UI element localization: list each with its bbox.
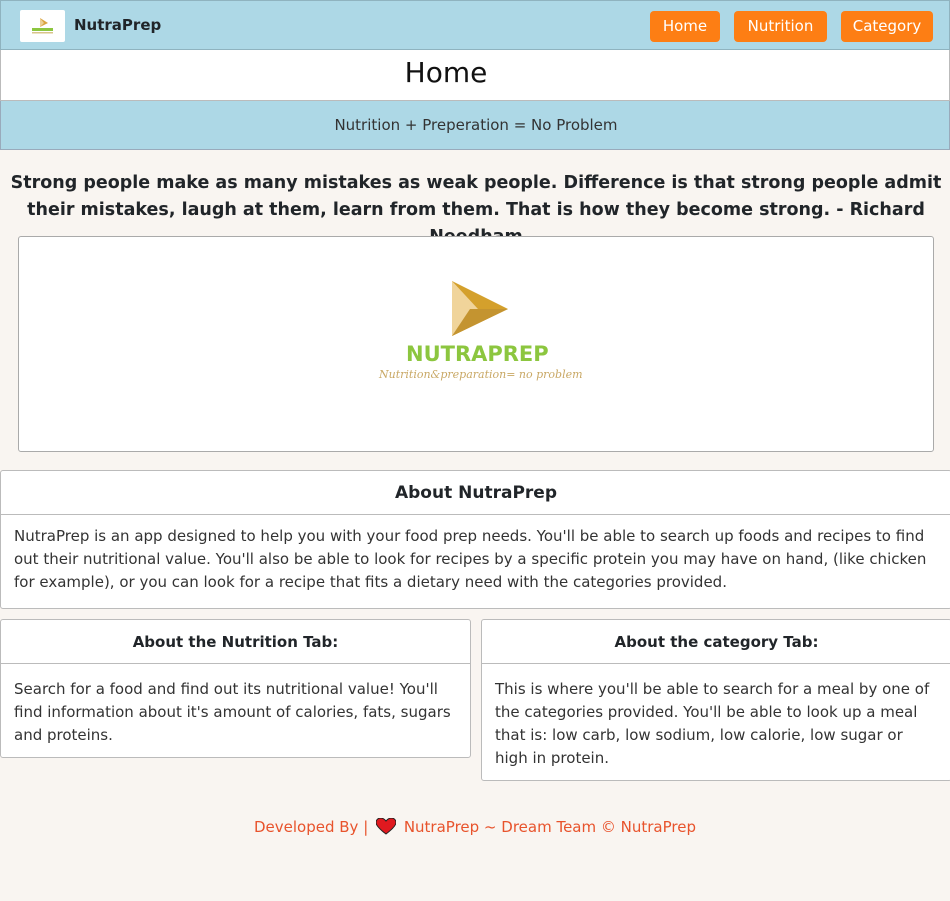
brand-name[interactable]: NutraPrep xyxy=(74,16,161,34)
category-tab-card-title: About the category Tab: xyxy=(482,620,950,664)
title-bar: Home xyxy=(0,50,950,101)
nav-nutrition-button[interactable]: Nutrition xyxy=(734,11,827,42)
tagline-bar: Nutrition + Preperation = No Problem xyxy=(0,101,950,150)
about-card: About NutraPrep NutraPrep is an app desi… xyxy=(0,470,950,609)
nutrition-tab-card-title: About the Nutrition Tab: xyxy=(1,620,470,664)
nutrition-tab-card-body: Search for a food and find out its nutri… xyxy=(14,680,451,744)
nav-category-button[interactable]: Category xyxy=(841,11,933,42)
heart-icon xyxy=(376,818,397,835)
hero-logo-word: NUTRAPREP xyxy=(406,342,549,366)
page-title: Home xyxy=(404,56,488,89)
about-card-title: About NutraPrep xyxy=(1,471,950,515)
nutrition-tab-card: About the Nutrition Tab: Search for a fo… xyxy=(0,619,471,758)
brand-logo-icon[interactable] xyxy=(20,10,65,42)
tagline: Nutrition + Preperation = No Problem xyxy=(334,116,618,134)
hero-logo-box: NUTRAPREP Nutrition&preparation= no prob… xyxy=(18,236,934,452)
category-tab-card-body: This is where you'll be able to search f… xyxy=(495,680,930,767)
about-card-body: NutraPrep is an app designed to help you… xyxy=(14,527,927,591)
hero-logo-slogan: Nutrition&preparation= no problem xyxy=(378,368,583,381)
nav-home-button[interactable]: Home xyxy=(650,11,720,42)
navbar: NutraPrep Home Nutrition Category xyxy=(0,0,950,50)
footer-credit: NutraPrep ~ Dream Team © NutraPrep xyxy=(403,818,696,836)
footer-developed-by: Developed By | xyxy=(254,818,369,836)
logo-icon: NUTRAPREP Nutrition&preparation= no prob… xyxy=(378,281,583,381)
footer: Developed By | NutraPrep ~ Dream Team © … xyxy=(0,818,950,836)
category-tab-card: About the category Tab: This is where yo… xyxy=(481,619,950,781)
